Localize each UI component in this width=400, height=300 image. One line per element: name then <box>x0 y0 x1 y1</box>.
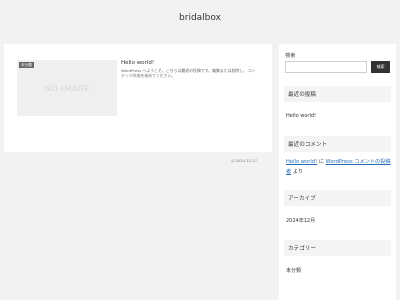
search-input[interactable] <box>285 61 367 73</box>
search-label: 検索 <box>285 53 296 59</box>
recent-post-link[interactable]: Hello world! <box>286 113 316 119</box>
post-excerpt: WordPress へようこそ。こちらは最初の投稿です。編集または削除し、コンテ… <box>121 68 255 79</box>
comment-suffix: より <box>291 168 304 175</box>
archive-link[interactable]: 2024年12月 <box>286 217 315 224</box>
sidebar: 検索 検索 最近の投稿 Hello world! 最近のコメント Hello w… <box>279 44 396 300</box>
main-content: 未分類 NO IMAGE Hello world! WordPress へようこ… <box>4 44 272 163</box>
category-link[interactable]: 未分類 <box>286 267 301 274</box>
archives-heading: アーカイブ <box>284 190 391 206</box>
clock-icon: ◷ <box>230 158 235 163</box>
site-title-link[interactable]: bridalbox <box>179 13 221 23</box>
category-label: 未分類 <box>19 62 34 68</box>
post-title[interactable]: Hello world! <box>121 60 154 66</box>
site-header: bridalbox <box>0 0 400 38</box>
recent-comments-heading: 最近のコメント <box>284 136 391 152</box>
comment-connector: に <box>317 159 326 165</box>
post-card[interactable]: 未分類 NO IMAGE Hello world! WordPress へようこ… <box>17 60 263 120</box>
categories-heading: カテゴリー <box>284 240 391 256</box>
recent-posts-heading: 最近の投稿 <box>284 86 391 102</box>
no-image-placeholder: NO IMAGE <box>44 83 90 93</box>
comment-post-link[interactable]: Hello world! <box>286 159 317 165</box>
post-thumbnail[interactable]: 未分類 NO IMAGE <box>17 60 117 116</box>
recent-comment-entry: Hello world! に WordPress コメントの投稿者 より <box>286 158 391 177</box>
post-date: ◷ 2024.12.17 <box>231 158 257 163</box>
search-button[interactable]: 検索 <box>371 61 390 73</box>
post-date-text: 2024.12.17 <box>235 158 257 163</box>
